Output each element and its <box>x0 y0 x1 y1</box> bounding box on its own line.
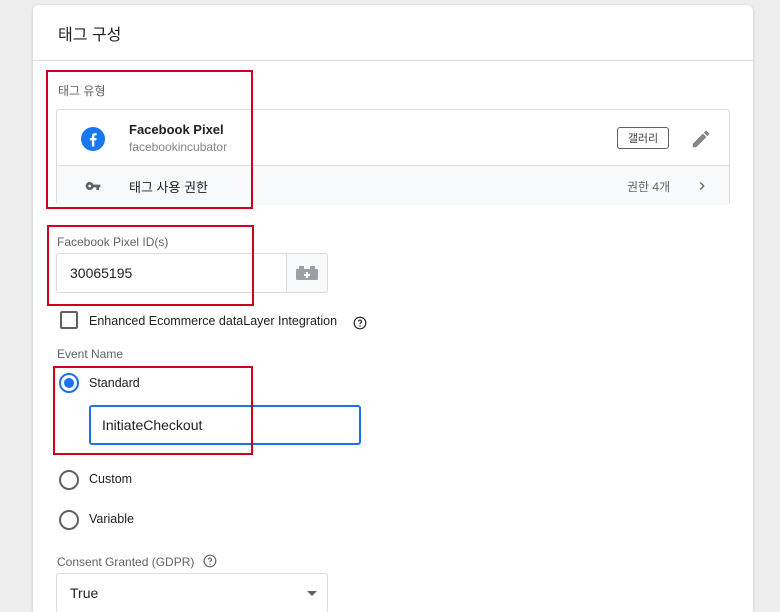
consent-select-value: True <box>70 585 99 601</box>
facebook-logo-icon <box>81 127 105 151</box>
dropdown-caret-icon <box>307 591 317 596</box>
consent-help-icon[interactable] <box>203 554 217 568</box>
radio-custom-label: Custom <box>89 472 133 486</box>
title-divider <box>33 60 753 61</box>
tag-type-box: Facebook Pixel facebookincubator 갤러리 태그 … <box>56 109 730 205</box>
permissions-count: 권한 4개 <box>627 180 671 194</box>
tag-type-row[interactable]: Facebook Pixel facebookincubator 갤러리 <box>57 110 729 165</box>
chevron-right-icon <box>699 182 705 190</box>
tag-permissions-row[interactable]: 태그 사용 권한 권한 4개 <box>57 165 729 205</box>
key-icon <box>85 182 101 190</box>
tag-type-name: Facebook Pixel <box>129 122 224 137</box>
tag-type-label: 태그 유형 <box>58 84 106 98</box>
consent-label: Consent Granted (GDPR) <box>57 555 195 569</box>
enhanced-ecommerce-label: Enhanced Ecommerce dataLayer Integration <box>89 314 338 328</box>
permissions-label: 태그 사용 권한 <box>129 180 208 195</box>
variable-icon <box>296 266 318 280</box>
insert-variable-button[interactable] <box>286 253 328 293</box>
radio-standard-label: Standard <box>89 376 140 390</box>
pixel-id-label: Facebook Pixel ID(s) <box>57 235 169 249</box>
gallery-button[interactable]: 갤러리 <box>617 127 669 149</box>
radio-custom[interactable] <box>59 470 79 490</box>
event-name-label: Event Name <box>57 347 124 361</box>
pixel-id-input[interactable]: 30065195 <box>56 253 288 293</box>
tag-type-vendor: facebookincubator <box>129 140 228 154</box>
card-title: 태그 구성 <box>58 27 122 44</box>
help-icon[interactable] <box>353 316 367 330</box>
radio-variable-label: Variable <box>89 512 134 526</box>
pencil-icon[interactable] <box>690 128 712 150</box>
radio-variable[interactable] <box>59 510 79 530</box>
standard-event-select[interactable]: InitiateCheckout <box>89 405 361 445</box>
radio-standard[interactable] <box>59 373 79 393</box>
tag-configuration-card: 태그 구성 태그 유형 Facebook Pixel facebookincub… <box>33 5 753 612</box>
consent-select[interactable]: True <box>56 573 328 612</box>
enhanced-ecommerce-checkbox[interactable] <box>60 311 78 329</box>
